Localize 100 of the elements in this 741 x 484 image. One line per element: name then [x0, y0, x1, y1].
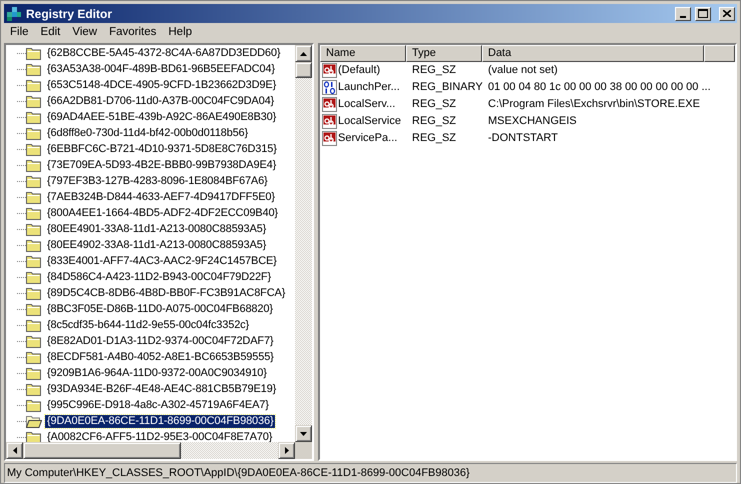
folder-icon: [26, 350, 42, 364]
column-header[interactable]: Name: [320, 45, 406, 62]
folder-icon: [26, 270, 42, 284]
scroll-right-button[interactable]: [278, 442, 295, 459]
folder-icon: [26, 334, 42, 348]
string-value-icon: [322, 96, 338, 112]
scroll-left-button[interactable]: [6, 442, 23, 459]
tree-item[interactable]: {A0082CF6-AFF5-11D2-95E3-00C04F8E7A70}: [45, 430, 274, 442]
value-type: REG_BINARY: [411, 82, 482, 93]
folder-icon: [26, 238, 42, 252]
scroll-down-button[interactable]: [295, 425, 312, 442]
tree-item[interactable]: {797EF3B3-127B-4283-8096-1E8084BF67A6}: [45, 174, 270, 188]
right-triangle-icon: [284, 447, 288, 454]
value-type: REG_SZ: [411, 65, 458, 76]
value-name[interactable]: (Default): [338, 65, 380, 76]
scroll-up-button[interactable]: [295, 45, 312, 62]
close-button[interactable]: [719, 6, 735, 20]
value-name[interactable]: LocalService: [338, 116, 401, 127]
value-data: C:\Program Files\Exchsrvr\bin\STORE.EXE: [487, 99, 700, 110]
tree-item[interactable]: {653C5148-4DCE-4905-9CFD-1B23662D3D9E}: [45, 78, 278, 92]
folder-icon: [26, 366, 42, 380]
value-data: -DONTSTART: [487, 133, 558, 144]
tree-item[interactable]: {8ECDF581-A4B0-4052-A8E1-BC6653B59555}: [45, 350, 276, 364]
open-folder-icon: [26, 414, 42, 428]
tree-item[interactable]: {63A53A38-004F-489B-BD61-96B5EEFADC04}: [45, 62, 277, 76]
value-data: MSEXCHANGEIS: [487, 116, 577, 127]
folder-icon: [26, 222, 42, 236]
tree-item[interactable]: {9DA0E0EA-86CE-11D1-8699-00C04FB98036}: [45, 414, 276, 428]
value-name[interactable]: ServicePa...: [338, 133, 398, 144]
tree-item[interactable]: {800A4EE1-1664-4BD5-ADF2-4DF2ECC09B40}: [45, 206, 280, 220]
column-header[interactable]: Type: [406, 45, 482, 62]
scroll-thumb[interactable]: [23, 442, 181, 459]
folder-icon: [26, 158, 42, 172]
binary-value-icon: [322, 80, 338, 96]
status-bar: My Computer\HKEY_CLASSES_ROOT\AppID\{9DA0E0EA-86CE-11D1-8699-00C04FB98036}: [4, 463, 737, 483]
tree-item[interactable]: {80EE4901-33A8-11d1-A213-0080C88593A5}: [45, 222, 268, 236]
value-type: REG_SZ: [411, 99, 458, 110]
column-header[interactable]: Data: [482, 45, 704, 62]
tree-item[interactable]: {62B8CCBE-5A45-4372-8C4A-6A87DD3EDD60}: [45, 46, 282, 60]
tree-item[interactable]: {8E82AD01-D1A3-11D2-9374-00C04F72DAF7}: [45, 334, 276, 348]
tree-item[interactable]: {93DA934E-B26F-4E48-AE4C-881CB5B79E19}: [45, 382, 278, 396]
maximize-button[interactable]: [695, 6, 711, 20]
tree-item[interactable]: {6d8ff8e0-730d-11d4-bf42-00b0d0118b56}: [45, 126, 250, 140]
menu-item[interactable]: Help: [162, 24, 198, 40]
tree-item[interactable]: {89D5C4CB-8DB6-4B8D-BB0F-FC3B91AC8FCA}: [45, 286, 288, 300]
tree-item[interactable]: {995C996E-D918-4a8c-A302-45719A6F4EA7}: [45, 398, 271, 412]
vertical-scrollbar[interactable]: [295, 45, 312, 442]
menu-item[interactable]: Edit: [34, 24, 66, 40]
tree-item[interactable]: {7AEB324B-D844-4633-AEF7-4D9417DFF5E0}: [45, 190, 277, 204]
folder-icon: [26, 302, 42, 316]
folder-icon: [26, 254, 42, 268]
string-value-icon: [322, 130, 338, 146]
folder-icon: [26, 62, 42, 76]
scroll-thumb[interactable]: [295, 62, 312, 78]
tree-item[interactable]: {8BC3F05E-D86B-11D0-A075-00C04FB68820}: [45, 302, 275, 316]
registry-cubes-icon: [6, 6, 22, 22]
folder-icon: [26, 206, 42, 220]
menu-item[interactable]: View: [66, 24, 104, 40]
down-triangle-icon: [300, 432, 307, 436]
value-type: REG_SZ: [411, 133, 458, 144]
value-type: REG_SZ: [411, 116, 458, 127]
scrollbar-corner: [295, 442, 312, 459]
tree-item[interactable]: {8c5cdf35-b644-11d2-9e55-00c04fc3352c}: [45, 318, 252, 332]
folder-icon: [26, 78, 42, 92]
folder-icon: [26, 174, 42, 188]
up-triangle-icon: [300, 52, 307, 56]
folder-icon: [26, 430, 42, 442]
value-data: 01 00 04 80 1c 00 00 00 38 00 00 00 00 00 ...: [487, 82, 711, 93]
minimize-button[interactable]: [675, 6, 691, 20]
tree-item[interactable]: {80EE4902-33A8-11d1-A213-0080C88593A5}: [45, 238, 268, 252]
menu-item[interactable]: File: [4, 24, 35, 40]
string-value-icon: [322, 62, 338, 78]
tree-item[interactable]: {84D586C4-A423-11D2-B943-00C04F79D22F}: [45, 270, 274, 284]
folder-icon: [26, 46, 42, 60]
tree-item[interactable]: {69AD4AEE-51BE-439b-A92C-86AE490E8B30}: [45, 110, 278, 124]
tree-item[interactable]: {9209B1A6-964A-11D0-9372-00A0C9034910}: [45, 366, 269, 380]
window-title: Registry Editor: [26, 8, 112, 20]
column-header[interactable]: [704, 45, 735, 62]
folder-icon: [26, 190, 42, 204]
minimize-icon: [680, 16, 686, 18]
tree-item[interactable]: {73E709EA-5D93-4B2E-BBB0-99B7938DA9E4}: [45, 158, 278, 172]
folder-icon: [26, 110, 42, 124]
value-data: (value not set): [487, 65, 558, 76]
horizontal-scrollbar[interactable]: [6, 442, 295, 459]
folder-icon: [26, 318, 42, 332]
tree-item[interactable]: {833E4001-AFF7-4AC3-AAC2-9F24C1457BCE}: [45, 254, 279, 268]
left-triangle-icon: [12, 447, 16, 454]
folder-icon: [26, 94, 42, 108]
folder-icon: [26, 126, 42, 140]
tree-item[interactable]: {6EBBFC6C-B721-4D10-9371-5D8E8C76D315}: [45, 142, 279, 156]
value-name[interactable]: LaunchPer...: [338, 82, 400, 93]
menu-item[interactable]: Favorites: [103, 24, 162, 40]
folder-icon: [26, 382, 42, 396]
maximize-icon: [698, 9, 708, 18]
folder-icon: [26, 142, 42, 156]
folder-icon: [26, 398, 42, 412]
value-name[interactable]: LocalServ...: [338, 99, 396, 110]
close-icon: [723, 10, 731, 17]
folder-icon: [26, 286, 42, 300]
tree-item[interactable]: {66A2DB81-D706-11d0-A37B-00C04FC9DA04}: [45, 94, 276, 108]
